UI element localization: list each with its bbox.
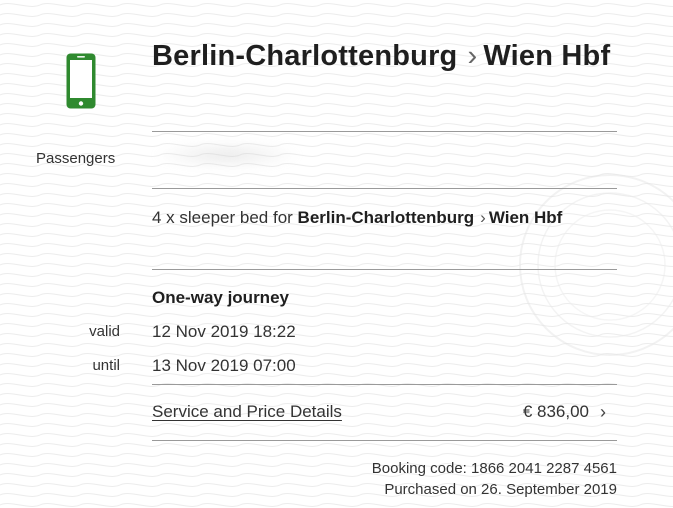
chevron-right-icon[interactable]: ›	[600, 402, 606, 423]
offer-prefix: 4 x sleeper bed for	[152, 208, 293, 227]
offer-destination: Wien Hbf	[488, 208, 563, 227]
route-origin: Berlin-Charlottenburg	[152, 40, 458, 72]
divider	[152, 131, 617, 132]
route-title: Berlin-Charlottenburg › Wien Hbf	[152, 40, 617, 73]
until-value: 13 Nov 2019 07:00	[152, 356, 296, 375]
smartphone-icon	[66, 53, 96, 109]
passenger-names-redacted	[152, 140, 302, 170]
valid-value: 12 Nov 2019 18:22	[152, 322, 296, 341]
total-price: € 836,00	[522, 402, 589, 421]
divider	[152, 269, 617, 270]
route-separator-icon: ›	[467, 40, 478, 72]
offer-origin: Berlin-Charlottenburg	[297, 208, 475, 227]
booking-code: Booking code: 1866 2041 2287 4561	[371, 460, 617, 477]
offer-description: 4 x sleeper bed for Berlin-Charlottenbur…	[152, 206, 617, 230]
service-price-details-link[interactable]: Service and Price Details	[152, 402, 342, 422]
purchase-date: Purchased on 26. September 2019	[384, 481, 617, 498]
until-label: until	[92, 357, 120, 374]
ticket-card: Berlin-Charlottenburg › Wien Hbf Passenger…	[0, 0, 673, 508]
valid-label: valid	[89, 323, 120, 340]
journey-type: One-way journey	[152, 288, 289, 307]
passengers-label: Passengers	[36, 150, 116, 167]
offer-separator-icon: ›	[480, 208, 486, 227]
divider	[152, 384, 617, 385]
divider	[152, 188, 617, 189]
divider	[152, 440, 617, 441]
route-destination: Wien Hbf	[483, 40, 611, 72]
